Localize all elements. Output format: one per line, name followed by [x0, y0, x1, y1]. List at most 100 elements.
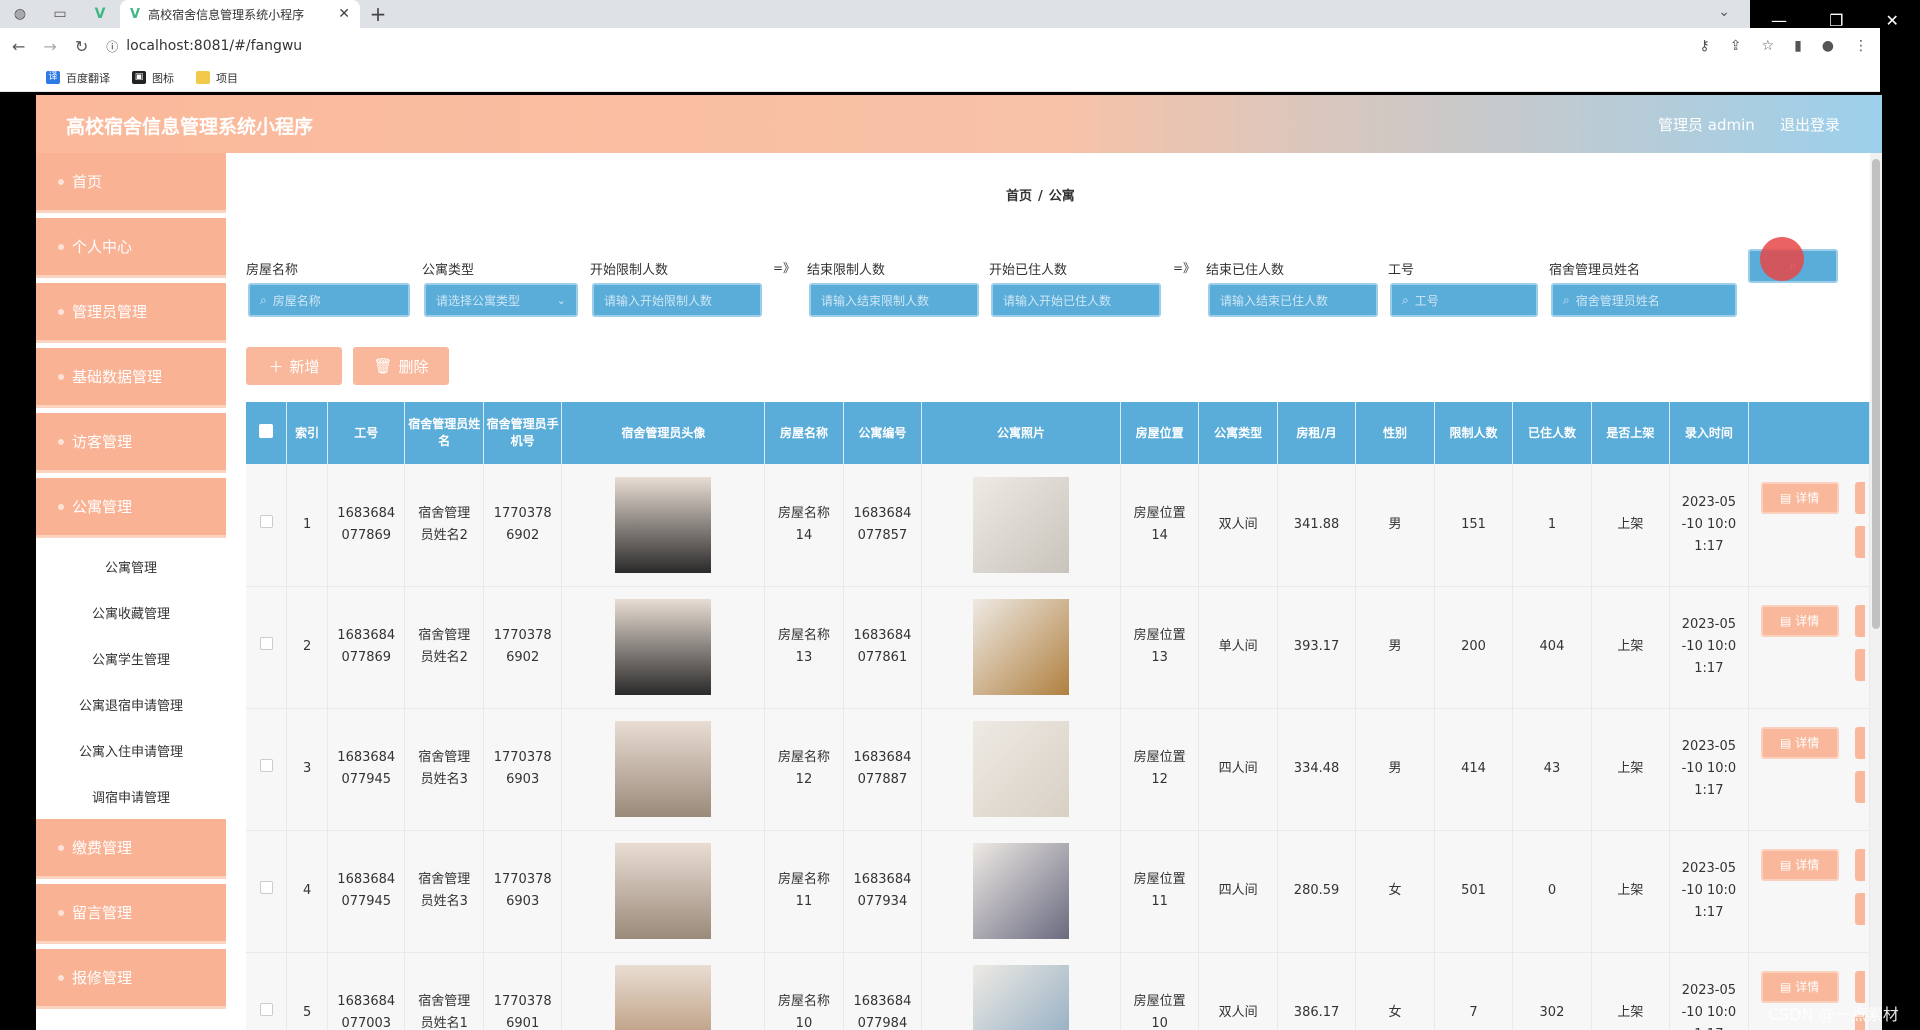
row-checkbox[interactable] — [246, 952, 288, 1030]
cell-rent: 280.59 — [1277, 830, 1357, 953]
breadcrumb-home[interactable]: 首页 — [1006, 189, 1032, 204]
cell-created-time: 2023-05-10 10:01:17 — [1669, 952, 1749, 1030]
detail-button[interactable]: ▤ 详情 — [1760, 848, 1839, 881]
minimize-icon[interactable]: — — [1771, 11, 1787, 30]
sidebar-item-base-data[interactable]: 基础数据管理 — [36, 348, 226, 408]
submenu-apartment-students[interactable]: 公寓学生管理 — [36, 635, 226, 681]
sidebar-item-admins[interactable]: 管理员管理 — [36, 283, 226, 343]
row-checkbox[interactable] — [246, 586, 288, 709]
table-row: 4 1683684 077945 宿舍管理 员姓名3 1770378 6903 房屋名称 11 1… — [246, 830, 1871, 953]
row-checkbox[interactable] — [246, 830, 288, 953]
sidepanel-icon[interactable]: ▮ — [1794, 38, 1802, 54]
select-all-checkbox[interactable] — [246, 402, 288, 464]
cell-on-shelf: 上架 — [1591, 952, 1671, 1030]
input-limit-end[interactable]: 请输入结束限制人数 — [809, 283, 979, 317]
detail-button[interactable]: ▤ 详情 — [1760, 970, 1839, 1003]
sidebar-item-apartments[interactable]: 公寓管理 — [36, 478, 226, 538]
restore-icon[interactable]: ❐ — [1829, 11, 1843, 30]
submenu-checkout-requests[interactable]: 公寓退宿申请管理 — [36, 681, 226, 727]
add-button[interactable]: ＋新增 — [246, 347, 342, 385]
menu-dot-icon — [58, 373, 64, 380]
manager-avatar-image — [615, 843, 712, 939]
cell-lived: 43 — [1512, 708, 1592, 831]
sidebar-item-home[interactable]: 首页 — [36, 153, 226, 213]
share-icon[interactable]: ⇪ — [1730, 38, 1742, 54]
detail-button[interactable]: ▤ 详情 — [1760, 482, 1839, 514]
edit-button[interactable] — [1854, 604, 1865, 637]
edit-button[interactable] — [1854, 726, 1865, 759]
edit-button[interactable] — [1854, 848, 1865, 881]
globe-icon[interactable]: ◍ — [0, 0, 40, 28]
reload-icon[interactable]: ↻ — [75, 37, 88, 56]
blank-tab-icon[interactable]: ▭ — [40, 0, 80, 28]
profile-icon[interactable]: ● — [1822, 38, 1834, 54]
close-tab-icon[interactable]: ✕ — [338, 6, 350, 22]
image-icon: ▣ — [132, 71, 146, 84]
submenu-apartment-favorites[interactable]: 公寓收藏管理 — [36, 589, 226, 635]
new-tab-icon[interactable]: + — [360, 0, 396, 28]
sidebar-item-visitors[interactable]: 访客管理 — [36, 413, 226, 473]
cell-apartment-photo — [921, 708, 1121, 831]
bookmark-project[interactable]: 项目 — [196, 70, 238, 86]
url-field[interactable]: ⓘ localhost:8081/#/fangwu — [106, 38, 302, 55]
cell-manager-avatar — [561, 464, 766, 587]
submenu-checkin-requests[interactable]: 公寓入住申请管理 — [36, 727, 226, 773]
select-apartment-type[interactable]: 请选择公寓类型 ⌄ — [424, 283, 578, 317]
search-input-manager-name[interactable]: ⌕ 宿舍管理员姓名 — [1551, 283, 1737, 317]
cell-manager-avatar — [561, 708, 766, 831]
vue-tab-icon[interactable]: V — [80, 0, 120, 28]
sidebar-item-repairs[interactable]: 报修管理 — [36, 949, 226, 1009]
logout-link[interactable]: 退出登录 — [1780, 114, 1840, 135]
col-on-shelf: 是否上架 — [1591, 402, 1671, 464]
page-scrollbar[interactable] — [1870, 153, 1882, 1030]
scrollbar-thumb[interactable] — [1872, 159, 1880, 629]
cell-on-shelf: 上架 — [1591, 830, 1671, 953]
delete-row-button[interactable] — [1854, 892, 1865, 925]
input-lived-start[interactable]: 请输入开始已住人数 — [991, 283, 1161, 317]
close-window-icon[interactable]: ✕ — [1886, 11, 1899, 30]
sidebar-item-messages[interactable]: 留言管理 — [36, 884, 226, 944]
cell-apartment-type: 四人间 — [1198, 830, 1278, 953]
more-icon[interactable]: ⋮ — [1854, 38, 1868, 54]
col-created-time: 录入时间 — [1669, 402, 1749, 464]
browser-tab-active[interactable]: V 高校宿舍信息管理系统小程序 ✕ — [120, 0, 360, 28]
delete-row-button[interactable] — [1854, 770, 1865, 803]
input-lived-end[interactable]: 请输入结束已住人数 — [1208, 283, 1378, 317]
search-input-house-name[interactable]: ⌕ 房屋名称 — [248, 283, 410, 317]
key-icon[interactable]: ⚷ — [1700, 38, 1710, 54]
cell-lived: 302 — [1512, 952, 1592, 1030]
cell-rent: 386.17 — [1277, 952, 1357, 1030]
cell-house-location: 房屋位置 11 — [1120, 830, 1200, 953]
col-apartment-type: 公寓类型 — [1198, 402, 1278, 464]
app: 高校宿舍信息管理系统小程序 管理员 admin 退出登录 首页 个人中心 管理员… — [36, 95, 1882, 1030]
delete-row-button[interactable] — [1854, 526, 1865, 558]
row-checkbox[interactable] — [246, 464, 288, 587]
detail-button[interactable]: ▤ 详情 — [1760, 726, 1839, 759]
cell-actions: ▤ 详情 — [1748, 586, 1871, 709]
bookmark-icons[interactable]: ▣ 图标 — [132, 70, 174, 86]
forward-icon[interactable]: → — [43, 37, 56, 56]
tab-search-icon[interactable]: ⌄ — [1718, 4, 1730, 20]
cell-gender: 男 — [1355, 586, 1435, 709]
sidebar-item-profile[interactable]: 个人中心 — [36, 218, 226, 278]
back-icon[interactable]: ← — [12, 37, 25, 56]
cell-manager-phone: 1770378 6902 — [483, 464, 563, 587]
bookmark-translate[interactable]: 译百度翻译 — [46, 70, 110, 86]
apartment-photo-image — [973, 476, 1070, 573]
detail-button[interactable]: ▤ 详情 — [1760, 604, 1839, 637]
input-limit-start[interactable]: 请输入开始限制人数 — [592, 283, 762, 317]
submenu-apartment[interactable]: 公寓管理 — [36, 543, 226, 589]
document-icon: ▤ — [1779, 735, 1792, 750]
menu-dot-icon — [58, 503, 64, 510]
delete-row-button[interactable] — [1854, 648, 1865, 681]
star-icon[interactable]: ☆ — [1762, 38, 1775, 54]
table-row: 5 1683684 077003 宿舍管理 员姓名1 1770378 6901 房屋名称 10 1… — [246, 952, 1871, 1030]
edit-button[interactable] — [1854, 970, 1865, 1003]
sidebar-item-payments[interactable]: 缴费管理 — [36, 819, 226, 879]
submenu-transfer-requests[interactable]: 调宿申请管理 — [36, 773, 226, 819]
delete-button[interactable]: 🗑 删除 — [353, 347, 449, 385]
cell-lived: 0 — [1512, 830, 1592, 953]
edit-button[interactable] — [1854, 482, 1865, 514]
search-input-staff-id[interactable]: ⌕ 工号 — [1390, 283, 1538, 317]
row-checkbox[interactable] — [246, 708, 288, 831]
